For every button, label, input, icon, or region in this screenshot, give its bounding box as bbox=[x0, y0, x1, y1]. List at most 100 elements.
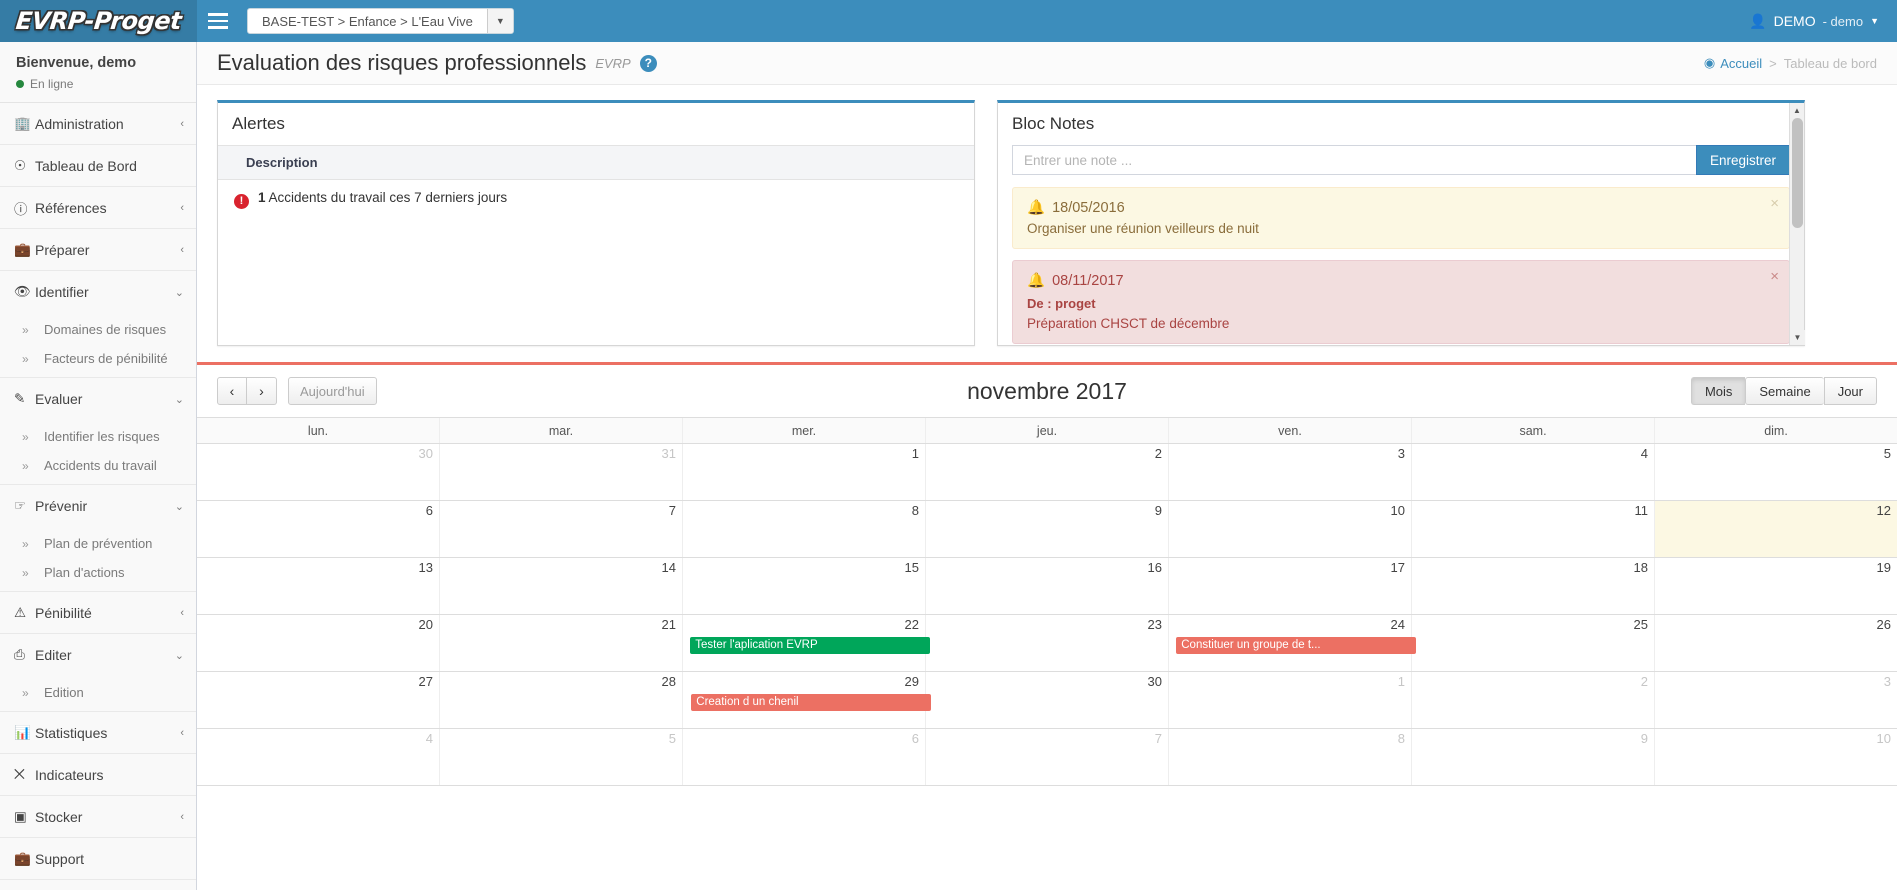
sidebar-item-indicateurs[interactable]: ⨉ Indicateurs bbox=[0, 754, 196, 796]
calendar-day-cell[interactable]: 3 bbox=[1655, 672, 1897, 728]
calendar-day-cell[interactable]: 21 bbox=[440, 615, 683, 671]
calendar-day-cell[interactable]: 25 bbox=[1412, 615, 1655, 671]
calendar-day-cell[interactable]: 24 Constituer un groupe de t... bbox=[1169, 615, 1416, 671]
calendar-day-cell[interactable]: 2 bbox=[1412, 672, 1655, 728]
sidebar-item-label: Evaluer bbox=[35, 391, 83, 407]
calendar-prev-button[interactable]: ‹ bbox=[217, 377, 247, 405]
chevron-down-icon[interactable]: ▼ bbox=[486, 9, 513, 33]
scroll-up-icon[interactable]: ▲ bbox=[1790, 103, 1804, 118]
calendar-day-cell[interactable]: 9 bbox=[926, 501, 1169, 557]
calendar-day-cell[interactable]: 20 bbox=[197, 615, 440, 671]
calendar-view-mois[interactable]: Mois bbox=[1690, 377, 1746, 405]
sidebar-item-tableau-de-bord[interactable]: ☉ Tableau de Bord bbox=[0, 145, 196, 187]
calendar-day-cell[interactable]: 8 bbox=[1169, 729, 1412, 785]
sidebar-item-stocker[interactable]: ▣ Stocker ‹ bbox=[0, 796, 196, 838]
calendar-day-cell[interactable]: 4 bbox=[1412, 444, 1655, 500]
sidebar-item-administration[interactable]: 🏢 Administration ‹ bbox=[0, 103, 196, 145]
sidebar-subitem-accidents-du-travail[interactable]: » Accidents du travail bbox=[0, 451, 196, 480]
calendar-day-cell[interactable]: 30 bbox=[197, 444, 440, 500]
calendar-day-cell[interactable]: 6 bbox=[197, 501, 440, 557]
calendar-day-cell[interactable]: 31 bbox=[440, 444, 683, 500]
calendar-day-cell[interactable]: 22 Tester l'aplication EVRP bbox=[683, 615, 930, 671]
calendar-day-cell[interactable]: 2 bbox=[926, 444, 1169, 500]
calendar-day-cell[interactable]: 13 bbox=[197, 558, 440, 614]
bell-icon: 🔔 bbox=[1027, 200, 1046, 216]
calendar-day-cell[interactable]: 8 bbox=[683, 501, 926, 557]
user-menu[interactable]: 👤 DEMO - demo ▼ bbox=[1749, 13, 1879, 30]
calendar-day-cell[interactable]: 28 bbox=[440, 672, 683, 728]
calendar-day-cell[interactable]: 5 bbox=[440, 729, 683, 785]
calendar-view-jour[interactable]: Jour bbox=[1823, 377, 1877, 405]
calendar-day-cell[interactable]: 9 bbox=[1412, 729, 1655, 785]
calendar-day-cell[interactable]: 11 bbox=[1412, 501, 1655, 557]
sidebar-toggle-icon[interactable] bbox=[197, 0, 239, 42]
close-icon[interactable]: × bbox=[1770, 268, 1779, 285]
close-icon[interactable]: × bbox=[1770, 195, 1779, 212]
alerts-table-body: ! 1 Accidents du travail ces 7 derniers j… bbox=[218, 180, 974, 219]
calendar-day-cell[interactable]: 6 bbox=[683, 729, 926, 785]
sidebar-subitem-edition[interactable]: » Edition bbox=[0, 678, 196, 707]
calendar-today-button[interactable]: Aujourd'hui bbox=[288, 377, 377, 405]
sidebar-subitem-plan-d-actions[interactable]: » Plan d'actions bbox=[0, 558, 196, 587]
scroll-down-icon[interactable]: ▼ bbox=[1790, 330, 1805, 345]
sidebar-item-pr-venir[interactable]: ☞ Prévenir ⌄ bbox=[0, 485, 196, 527]
calendar-event[interactable]: Creation d un chenil bbox=[691, 694, 931, 711]
calendar-event[interactable]: Tester l'aplication EVRP bbox=[690, 637, 930, 654]
calendar-day-number: 20 bbox=[418, 617, 433, 632]
help-icon[interactable]: ? bbox=[639, 54, 657, 72]
sidebar-subitem-identifier-les-risques[interactable]: » Identifier les risques bbox=[0, 422, 196, 451]
sidebar-subitem-facteurs-de-p-nibilit-[interactable]: » Facteurs de pénibilité bbox=[0, 344, 196, 373]
sidebar-subitem-plan-de-pr-vention[interactable]: » Plan de prévention bbox=[0, 529, 196, 558]
app-logo[interactable]: EVRP-Proget bbox=[0, 0, 197, 42]
sidebar-subitem-domaines-de-risques[interactable]: » Domaines de risques bbox=[0, 315, 196, 344]
calendar-day-cell[interactable]: 3 bbox=[1169, 444, 1412, 500]
calendar-day-cell[interactable]: 26 bbox=[1655, 615, 1897, 671]
calendar-day-cell[interactable]: 7 bbox=[440, 501, 683, 557]
sidebar-item-pr-parer[interactable]: 💼 Préparer ‹ bbox=[0, 229, 196, 271]
notes-panel-title: Bloc Notes bbox=[1012, 114, 1095, 133]
sidebar-item-editer[interactable]: ⎙ Editer ⌄ bbox=[0, 634, 196, 676]
sidebar-item-support[interactable]: 💼 Support bbox=[0, 838, 196, 880]
sidebar-item-statistiques[interactable]: 📊 Statistiques ‹ bbox=[0, 712, 196, 754]
calendar-day-cell[interactable]: 1 bbox=[683, 444, 926, 500]
sidebar-item-evaluer[interactable]: ✎ Evaluer ⌄ bbox=[0, 378, 196, 420]
breadcrumb-home[interactable]: ◉ Accueil bbox=[1704, 55, 1762, 71]
note-input[interactable] bbox=[1012, 145, 1696, 175]
calendar-day-cell[interactable]: 16 bbox=[926, 558, 1169, 614]
chevron-right-icon: » bbox=[22, 685, 29, 700]
calendar-day-number: 13 bbox=[418, 560, 433, 575]
calendar-day-cell[interactable]: 12 bbox=[1655, 501, 1897, 557]
calendar-day-cell[interactable]: 27 bbox=[197, 672, 440, 728]
sidebar-item-label: Support bbox=[35, 850, 85, 867]
calendar-day-cell[interactable]: 10 bbox=[1169, 501, 1412, 557]
main-content: Evaluation des risques professionnels EV… bbox=[197, 42, 1897, 890]
sidebar-item-identifier[interactable]: 👁 Identifier ⌄ bbox=[0, 271, 196, 313]
calendar-event[interactable]: Constituer un groupe de t... bbox=[1176, 637, 1416, 654]
calendar-day-number: 25 bbox=[1633, 617, 1648, 632]
sidebar-item-p-nibilit-[interactable]: ⚠ Pénibilité ‹ bbox=[0, 592, 196, 634]
calendar-next-button[interactable]: › bbox=[247, 377, 277, 405]
notes-scrollbar[interactable]: ▲ ▼ bbox=[1789, 103, 1805, 345]
calendar-day-cell[interactable]: 1 bbox=[1169, 672, 1412, 728]
note-body: Préparation CHSCT de décembre bbox=[1027, 316, 1230, 331]
calendar-day-cell[interactable]: 17 bbox=[1169, 558, 1412, 614]
calendar-day-cell[interactable]: 7 bbox=[926, 729, 1169, 785]
sidebar-item-label: Références bbox=[35, 199, 107, 216]
calendar-day-cell[interactable]: 14 bbox=[440, 558, 683, 614]
calendar-day-cell[interactable]: 23 bbox=[926, 615, 1169, 671]
context-select[interactable]: BASE-TEST > Enfance > L'Eau Vive ▼ bbox=[247, 8, 514, 34]
sidebar-item-r-f-rences[interactable]: ⓘ Références ‹ bbox=[0, 187, 196, 229]
calendar-day-header: ven. bbox=[1169, 418, 1412, 443]
calendar-day-cell[interactable]: 5 bbox=[1655, 444, 1897, 500]
calendar-day-cell[interactable]: 19 bbox=[1655, 558, 1897, 614]
calendar-view-semaine[interactable]: Semaine bbox=[1745, 377, 1824, 405]
calendar-day-cell[interactable]: 18 bbox=[1412, 558, 1655, 614]
calendar-day-cell[interactable]: 30 Creation d un chenil bbox=[691, 672, 1169, 728]
top-navbar: EVRP-Proget BASE-TEST > Enfance > L'Eau … bbox=[0, 0, 1897, 42]
save-note-button[interactable]: Enregistrer bbox=[1695, 145, 1790, 175]
calendar-day-cell[interactable]: 10 bbox=[1655, 729, 1897, 785]
table-row[interactable]: ! 1 Accidents du travail ces 7 derniers j… bbox=[218, 180, 974, 219]
calendar-day-cell[interactable]: 15 bbox=[683, 558, 926, 614]
calendar-day-cell[interactable]: 4 bbox=[197, 729, 440, 785]
scrollbar-thumb[interactable] bbox=[1792, 118, 1803, 228]
